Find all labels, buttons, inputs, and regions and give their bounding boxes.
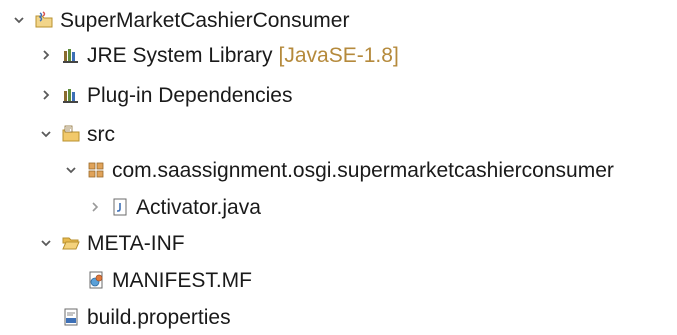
package-explorer-tree: SuperMarketCashierConsumer JRE System Li… xyxy=(0,0,677,335)
tree-item-jre-system-library[interactable]: JRE System Library [JavaSE-1.8] xyxy=(37,38,399,72)
tree-item-label: build.properties xyxy=(87,305,231,329)
chevron-right-icon[interactable] xyxy=(37,85,55,105)
manifest-file-icon xyxy=(86,270,106,290)
folder-open-icon xyxy=(61,233,81,253)
chevron-down-icon[interactable] xyxy=(37,124,55,144)
library-icon xyxy=(61,45,81,65)
tree-item-plugin-dependencies[interactable]: Plug-in Dependencies xyxy=(37,78,292,112)
tree-item-label: src xyxy=(87,122,115,146)
tree-item-label: MANIFEST.MF xyxy=(112,268,252,292)
jre-version-decoration: [JavaSE-1.8] xyxy=(278,43,399,67)
tree-item-label: Plug-in Dependencies xyxy=(87,83,293,107)
tree-item-project[interactable]: SuperMarketCashierConsumer xyxy=(10,3,349,37)
tree-item-build-properties[interactable]: build.properties xyxy=(37,300,231,334)
chevron-right-icon[interactable] xyxy=(37,45,55,65)
library-icon xyxy=(61,85,81,105)
tree-item-activator-java[interactable]: Activator.java xyxy=(86,190,261,224)
chevron-right-icon[interactable] xyxy=(86,197,104,217)
tree-item-label: com.saassignment.osgi.supermarketcashier… xyxy=(112,158,614,182)
java-project-icon xyxy=(34,10,54,30)
chevron-down-icon[interactable] xyxy=(10,10,28,30)
tree-item-manifest-mf[interactable]: MANIFEST.MF xyxy=(62,263,252,297)
package-icon xyxy=(86,160,106,180)
tree-item-label: SuperMarketCashierConsumer xyxy=(60,8,350,32)
java-file-icon xyxy=(110,197,130,217)
tree-item-label: META-INF xyxy=(87,231,185,255)
source-folder-icon xyxy=(61,124,81,144)
chevron-down-icon[interactable] xyxy=(62,160,80,180)
tree-item-src[interactable]: src xyxy=(37,117,115,151)
properties-file-icon xyxy=(61,307,81,327)
tree-item-meta-inf[interactable]: META-INF xyxy=(37,226,185,260)
tree-item-label: JRE System Library xyxy=(87,43,273,67)
tree-item-label: Activator.java xyxy=(136,195,261,219)
tree-item-package[interactable]: com.saassignment.osgi.supermarketcashier… xyxy=(62,153,614,187)
chevron-down-icon[interactable] xyxy=(37,233,55,253)
